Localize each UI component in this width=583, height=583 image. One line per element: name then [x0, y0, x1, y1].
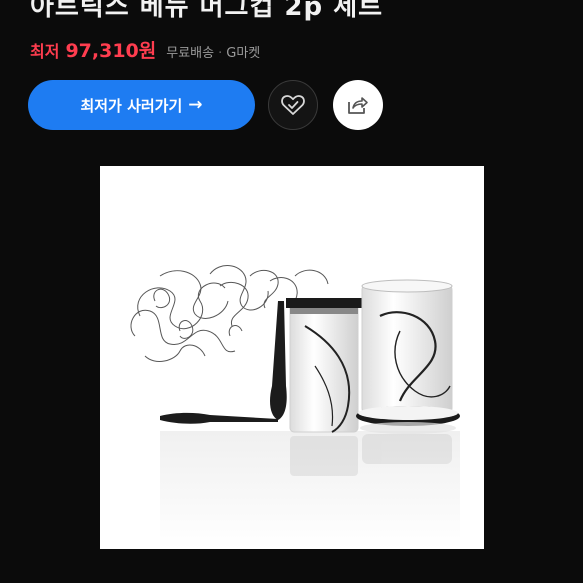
buy-button-label: 최저가 사러가기 — [80, 96, 183, 115]
market-name: G마켓 — [226, 46, 261, 61]
separator-dot: · — [218, 46, 223, 61]
product-image — [100, 166, 484, 549]
share-icon — [348, 97, 368, 114]
product-page: 아트릭스 베뉴 머그컵 2p 세트 최저 97,310원 무료배송 · G마켓 … — [0, 0, 583, 583]
mug-left — [286, 298, 362, 433]
spoon-left — [160, 412, 278, 424]
share-button[interactable] — [333, 80, 383, 130]
mug-set-illustration — [130, 265, 460, 549]
price-label: 최저 — [30, 42, 60, 61]
spoon-upright — [270, 301, 287, 420]
shipping-info: 무료배송 — [166, 46, 215, 61]
mug-right — [361, 279, 453, 415]
lid-saucer — [356, 406, 460, 434]
arrow-right-icon: → — [188, 95, 203, 115]
wishlist-button[interactable] — [268, 80, 318, 130]
price-row: 최저 97,310원 무료배송 · G마켓 — [30, 36, 260, 63]
product-title: 아트릭스 베뉴 머그컵 2p 세트 — [30, 0, 384, 22]
heart-check-icon — [281, 95, 305, 115]
price-value: 97,310원 — [65, 40, 157, 62]
lowest-price-buy-button[interactable]: 최저가 사러가기 → — [28, 80, 255, 130]
